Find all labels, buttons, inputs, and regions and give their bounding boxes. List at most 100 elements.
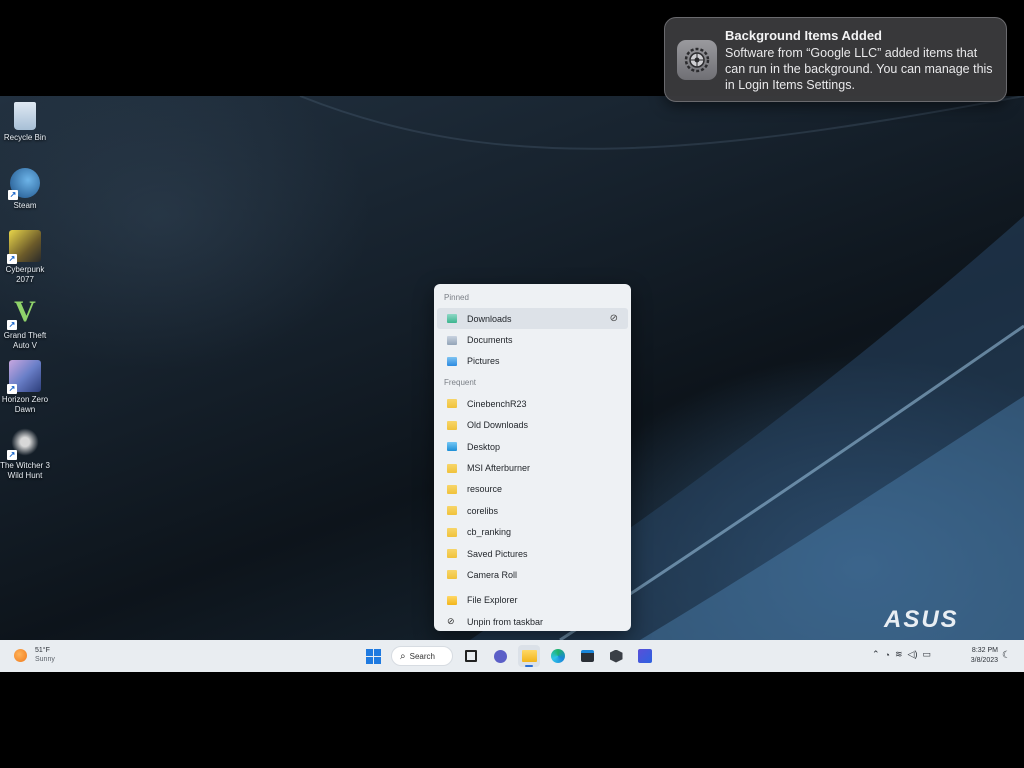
jumplist-item-cinebenchr23[interactable]: CinebenchR23 <box>437 393 628 414</box>
file-explorer-jump-list: Pinned Downloads ⊘ Documents Pictures Fr… <box>434 284 631 631</box>
unpin-item-icon[interactable]: ⊘ <box>610 313 618 324</box>
jumplist-item-corelibs[interactable]: corelibs <box>437 500 628 521</box>
jumplist-item-old-downloads[interactable]: Old Downloads <box>437 415 628 436</box>
jumplist-item-pictures[interactable]: Pictures <box>437 351 628 372</box>
download-folder-icon <box>447 314 457 324</box>
start-button[interactable] <box>362 645 384 667</box>
background-items-notification[interactable]: Background Items Added Software from “Go… <box>664 17 1007 102</box>
desktop-icon-gta-v[interactable]: V ↗ Grand Theft Auto V <box>0 296 50 351</box>
asus-logo: ASUS <box>884 606 959 633</box>
desktop-icon-steam[interactable]: ↗ Steam <box>0 168 50 211</box>
task-view-icon <box>465 650 477 662</box>
taskbar-search-button[interactable]: ⌕ Search <box>391 646 453 666</box>
jumplist-item-label: resource <box>467 484 503 495</box>
folder-icon <box>447 399 457 409</box>
desktop-icon-label: Steam <box>13 201 37 210</box>
jumplist-item-label: CinebenchR23 <box>467 398 527 409</box>
chat-icon <box>493 649 507 663</box>
jumplist-item-resource[interactable]: resource <box>437 479 628 500</box>
steam-icon: ↗ <box>8 168 40 200</box>
desktop-icon-label: Recycle Bin <box>3 133 47 142</box>
folder-icon <box>521 650 537 662</box>
jumplist-item-label: Old Downloads <box>467 420 529 431</box>
folder-icon <box>447 506 457 516</box>
app-purple-icon <box>638 649 652 663</box>
witcher-icon: ↗ <box>7 426 41 460</box>
windows-logo-icon <box>365 648 381 664</box>
desktop-icon-witcher[interactable]: ↗ The Witcher 3 Wild Hunt <box>0 426 50 481</box>
folder-icon <box>447 463 457 473</box>
volume-icon[interactable]: ◁) <box>908 649 918 660</box>
notification-body: Software from “Google LLC” added items t… <box>725 46 993 92</box>
jumplist-item-label: Saved Pictures <box>467 548 528 559</box>
jumplist-item-label: Unpin from taskbar <box>467 616 544 627</box>
weather-condition: Sunny <box>35 656 55 663</box>
jumplist-item-cb-ranking[interactable]: cb_ranking <box>437 522 628 543</box>
shortcut-arrow-icon: ↗ <box>7 254 17 264</box>
wifi-icon[interactable]: ≋ <box>895 649 903 660</box>
jumplist-item-desktop[interactable]: Desktop <box>437 436 628 457</box>
desktop-icon-recycle-bin[interactable]: Recycle Bin <box>0 102 50 143</box>
jumplist-item-downloads[interactable]: Downloads ⊘ <box>437 308 628 330</box>
jumplist-item-camera-roll[interactable]: Camera Roll <box>437 564 628 585</box>
store-icon <box>580 650 594 662</box>
google-tray-icon[interactable]: ◔ <box>885 650 890 660</box>
cyberpunk-icon: ↗ <box>7 230 41 264</box>
jumplist-item-label: Pictures <box>467 356 500 367</box>
battery-icon[interactable]: ▭ <box>922 649 931 660</box>
gear-settings-icon <box>677 40 717 80</box>
chevron-up-icon[interactable]: ⌃ <box>872 649 880 660</box>
desktop-icon-label: Horizon Zero Dawn <box>1 395 49 414</box>
unpin-icon: ⊘ <box>447 616 455 627</box>
app-purple-button[interactable] <box>634 645 656 667</box>
sun-icon <box>14 648 27 662</box>
edge-icon <box>551 649 565 663</box>
documents-folder-icon <box>447 335 457 345</box>
shortcut-arrow-icon: ↗ <box>7 384 17 394</box>
jumplist-item-saved-pictures[interactable]: Saved Pictures <box>437 543 628 564</box>
clock[interactable]: 8:32 PM 3/8/2023 <box>962 646 998 666</box>
shortcut-arrow-icon: ↗ <box>7 450 17 460</box>
desktop-icon-label: Grand Theft Auto V <box>3 331 47 350</box>
store-button[interactable] <box>576 645 598 667</box>
desktop-folder-icon <box>447 442 457 452</box>
notification-center-icon[interactable]: ☾ <box>1002 650 1011 661</box>
chat-button[interactable] <box>489 645 511 667</box>
jumplist-item-label: cb_ranking <box>467 527 512 538</box>
clock-date: 3/8/2023 <box>970 657 998 664</box>
shortcut-arrow-icon: ↗ <box>7 320 17 330</box>
pinned-header: Pinned <box>444 293 469 302</box>
jumplist-file-explorer[interactable]: File Explorer <box>437 590 628 611</box>
jumplist-item-documents[interactable]: Documents <box>437 329 628 350</box>
jumplist-item-label: File Explorer <box>467 595 518 606</box>
jumplist-item-label: MSI Afterburner <box>467 463 531 474</box>
system-tray: ⌃ ◔ ≋ ◁) ▭ <box>872 649 931 660</box>
task-view-button[interactable] <box>460 645 482 667</box>
frequent-header: Frequent <box>444 378 477 388</box>
jumplist-item-msi-afterburner[interactable]: MSI Afterburner <box>437 457 628 478</box>
screen: Recycle Bin ↗ Steam ↗ Cyberpunk 2077 V ↗… <box>0 0 1024 768</box>
jumplist-item-label: Camera Roll <box>467 569 518 580</box>
file-explorer-taskbar-button[interactable] <box>518 645 540 667</box>
desktop-icon-horizon[interactable]: ↗ Horizon Zero Dawn <box>0 360 50 415</box>
search-label: Search <box>409 651 435 661</box>
app-hexagon-button[interactable] <box>605 645 627 667</box>
jumplist-item-label: Downloads <box>467 313 512 324</box>
folder-icon <box>447 570 457 580</box>
weather-widget[interactable]: 51°F Sunny <box>14 646 55 664</box>
desktop-icon-cyberpunk[interactable]: ↗ Cyberpunk 2077 <box>0 230 50 285</box>
hexagon-icon <box>609 649 623 663</box>
gta-v-icon: V ↗ <box>7 295 36 330</box>
taskbar: 51°F Sunny ⌕ Search ⌃ ◔ ≋ ◁) ▭ 8:32 PM 3… <box>0 640 1024 672</box>
folder-icon <box>447 420 457 430</box>
notification-title: Background Items Added <box>725 28 882 43</box>
weather-text: 51°F Sunny <box>35 646 55 664</box>
edge-button[interactable] <box>547 645 569 667</box>
jumplist-item-label: corelibs <box>467 505 499 516</box>
jumplist-unpin-from-taskbar[interactable]: ⊘ Unpin from taskbar <box>437 611 628 632</box>
search-icon: ⌕ <box>400 650 406 662</box>
pictures-folder-icon <box>447 356 457 366</box>
clock-time: 8:32 PM <box>971 647 998 654</box>
gear-svg <box>684 47 710 73</box>
folder-icon <box>447 484 457 494</box>
